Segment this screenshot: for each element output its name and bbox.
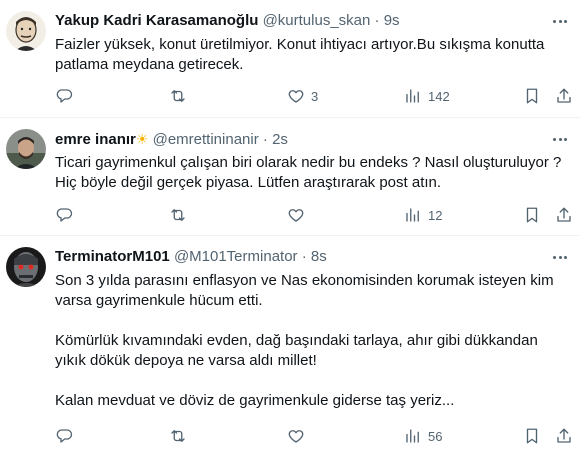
retweet-icon bbox=[171, 430, 185, 442]
views-chart-icon bbox=[406, 208, 419, 222]
timestamp[interactable]: 2s bbox=[272, 131, 288, 148]
avatar[interactable] bbox=[6, 247, 46, 287]
display-name[interactable]: TerminatorM101 bbox=[55, 248, 170, 265]
tweet-text-line: yıkık dökük depoya ne varsa aldı millet! bbox=[55, 352, 317, 369]
user-handle[interactable]: @kurtulus_skan bbox=[263, 12, 371, 29]
tweet-text-line bbox=[55, 311, 572, 331]
tweet-text-line bbox=[55, 371, 572, 391]
user-handle[interactable]: @M101Terminator bbox=[174, 248, 298, 265]
more-options-icon[interactable] bbox=[548, 247, 572, 267]
retweet-button[interactable] bbox=[169, 204, 193, 226]
heart-icon bbox=[288, 90, 304, 103]
views-chart-icon bbox=[406, 429, 419, 443]
action-bar: 3 142 bbox=[55, 85, 572, 107]
views-chart-icon bbox=[406, 89, 419, 103]
views-button[interactable]: 142 bbox=[404, 85, 450, 107]
heart-icon bbox=[288, 430, 304, 443]
share-button[interactable] bbox=[555, 85, 573, 107]
avatar-image bbox=[6, 129, 46, 169]
reply-icon bbox=[56, 89, 73, 103]
timestamp[interactable]: 9s bbox=[384, 12, 400, 29]
tweet[interactable]: Yakup Kadri Karasamanoğlu @kurtulus_skan… bbox=[0, 0, 580, 118]
bookmark-icon bbox=[526, 88, 538, 104]
share-icon bbox=[557, 428, 571, 443]
tweet-header: TerminatorM101 @M101Terminator · 8s bbox=[55, 247, 327, 267]
action-bar: 12 bbox=[55, 204, 572, 226]
user-handle[interactable]: @emrettininanir bbox=[153, 131, 259, 148]
share-icon bbox=[557, 207, 571, 222]
avatar-image bbox=[6, 247, 46, 287]
reply-button[interactable] bbox=[55, 425, 79, 447]
views-button[interactable]: 12 bbox=[404, 204, 442, 226]
share-button[interactable] bbox=[555, 425, 573, 447]
tweet-feed: Yakup Kadri Karasamanoğlu @kurtulus_skan… bbox=[0, 0, 580, 471]
tweet-text-line: Ticari gayrimenkul çalışan biri olarak n… bbox=[55, 154, 562, 171]
bookmark-button[interactable] bbox=[523, 85, 541, 107]
heart-icon bbox=[288, 209, 304, 222]
retweet-button[interactable] bbox=[169, 425, 193, 447]
display-name[interactable]: emre inanır bbox=[55, 131, 136, 148]
like-count: 3 bbox=[311, 88, 319, 104]
bookmark-button[interactable] bbox=[523, 425, 541, 447]
tweet-text: Faizler yüksek, konut üretilmiyor. Konut… bbox=[55, 35, 572, 75]
separator-dot: · bbox=[262, 131, 268, 148]
reply-icon bbox=[56, 429, 73, 443]
display-name[interactable]: Yakup Kadri Karasamanoğlu bbox=[55, 12, 258, 29]
reply-icon bbox=[56, 208, 73, 222]
tweet-text-line: Son 3 yılda parasını enflasyon ve Nas ek… bbox=[55, 272, 554, 289]
tweet[interactable]: emre inanır☀ @emrettininanir · 2s Ticari… bbox=[0, 118, 580, 236]
like-button[interactable] bbox=[287, 425, 311, 447]
timestamp[interactable]: 8s bbox=[311, 248, 327, 265]
sun-emoji: ☀ bbox=[135, 131, 149, 147]
retweet-button[interactable] bbox=[169, 85, 193, 107]
tweet-text-line: Hiç böyle değil gerçek piyasa. Lütfen ar… bbox=[55, 174, 442, 191]
view-count: 142 bbox=[428, 88, 450, 104]
tweet-text: Ticari gayrimenkul çalışan biri olarak n… bbox=[55, 153, 572, 193]
tweet-text-line: Kömürlük kıvamındaki evden, dağ başındak… bbox=[55, 332, 538, 349]
more-options-icon[interactable] bbox=[548, 11, 572, 31]
reply-button[interactable] bbox=[55, 204, 79, 226]
bookmark-icon bbox=[526, 428, 538, 444]
reply-button[interactable] bbox=[55, 85, 79, 107]
tweet-text-line: varsa gayrimenkule hücum etti. bbox=[55, 292, 263, 309]
retweet-icon bbox=[171, 209, 185, 221]
like-button[interactable] bbox=[287, 204, 311, 226]
action-bar: 56 bbox=[55, 425, 572, 447]
views-button[interactable]: 56 bbox=[404, 425, 442, 447]
bookmark-icon bbox=[526, 207, 538, 223]
avatar-image bbox=[6, 11, 46, 51]
share-icon bbox=[557, 88, 571, 103]
separator-dot: · bbox=[301, 248, 307, 265]
more-options-icon[interactable] bbox=[548, 129, 572, 149]
share-button[interactable] bbox=[555, 204, 573, 226]
tweet[interactable]: TerminatorM101 @M101Terminator · 8s Son … bbox=[0, 236, 580, 471]
tweet-text: Son 3 yılda parasını enflasyon ve Nas ek… bbox=[55, 271, 572, 411]
tweet-header: emre inanır☀ @emrettininanir · 2s bbox=[55, 129, 288, 150]
tweet-text-line: patlama meydana getirecek. bbox=[55, 56, 244, 73]
bookmark-button[interactable] bbox=[523, 204, 541, 226]
view-count: 56 bbox=[428, 428, 443, 444]
tweet-header: Yakup Kadri Karasamanoğlu @kurtulus_skan… bbox=[55, 11, 400, 31]
separator-dot: · bbox=[374, 12, 380, 29]
avatar[interactable] bbox=[6, 11, 46, 51]
like-button[interactable]: 3 bbox=[287, 85, 318, 107]
retweet-icon bbox=[171, 90, 185, 102]
view-count: 12 bbox=[428, 207, 443, 223]
avatar[interactable] bbox=[6, 129, 46, 169]
tweet-text-line: Faizler yüksek, konut üretilmiyor. Konut… bbox=[55, 36, 545, 53]
tweet-text-line: Kalan mevduat ve döviz de gayrimenkule g… bbox=[55, 392, 455, 409]
